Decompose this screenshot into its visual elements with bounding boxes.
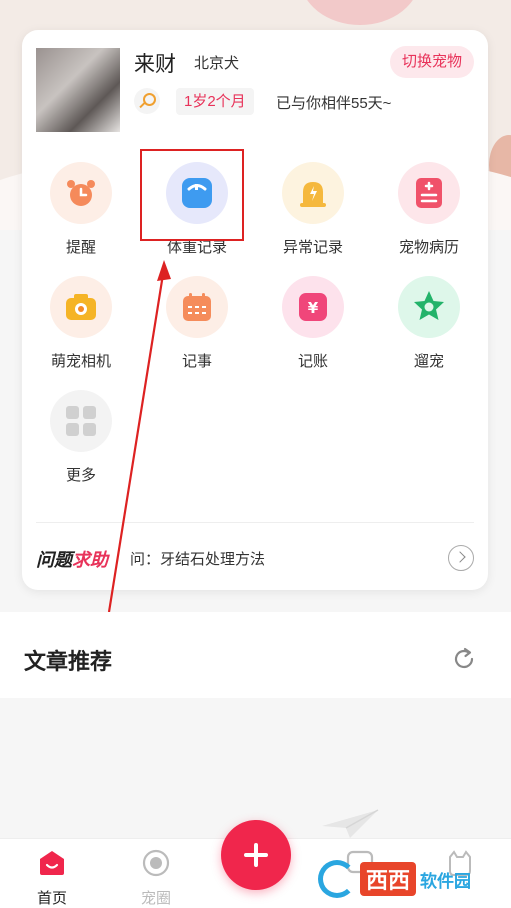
home-icon (40, 851, 64, 875)
tab-pet-circle[interactable]: 宠圈 (126, 849, 186, 908)
paper-plane-icon (322, 809, 379, 838)
watermark-brand2: 软件园 (420, 871, 472, 891)
tab-label: 宠圈 (140, 890, 171, 907)
add-button[interactable] (221, 820, 291, 890)
article-list-area (0, 698, 511, 838)
watermark-logo: 西西 软件园 (318, 858, 471, 900)
watermark-brand: 西西 (360, 862, 417, 896)
section-title: 文章推荐 (24, 649, 113, 674)
watermark-c-icon (318, 860, 356, 898)
refresh-icon[interactable] (451, 646, 477, 672)
tab-label: 首页 (36, 890, 67, 907)
tab-home[interactable]: 首页 (22, 849, 82, 908)
article-section-header: 文章推荐 (0, 612, 511, 698)
circle-icon (142, 849, 170, 877)
